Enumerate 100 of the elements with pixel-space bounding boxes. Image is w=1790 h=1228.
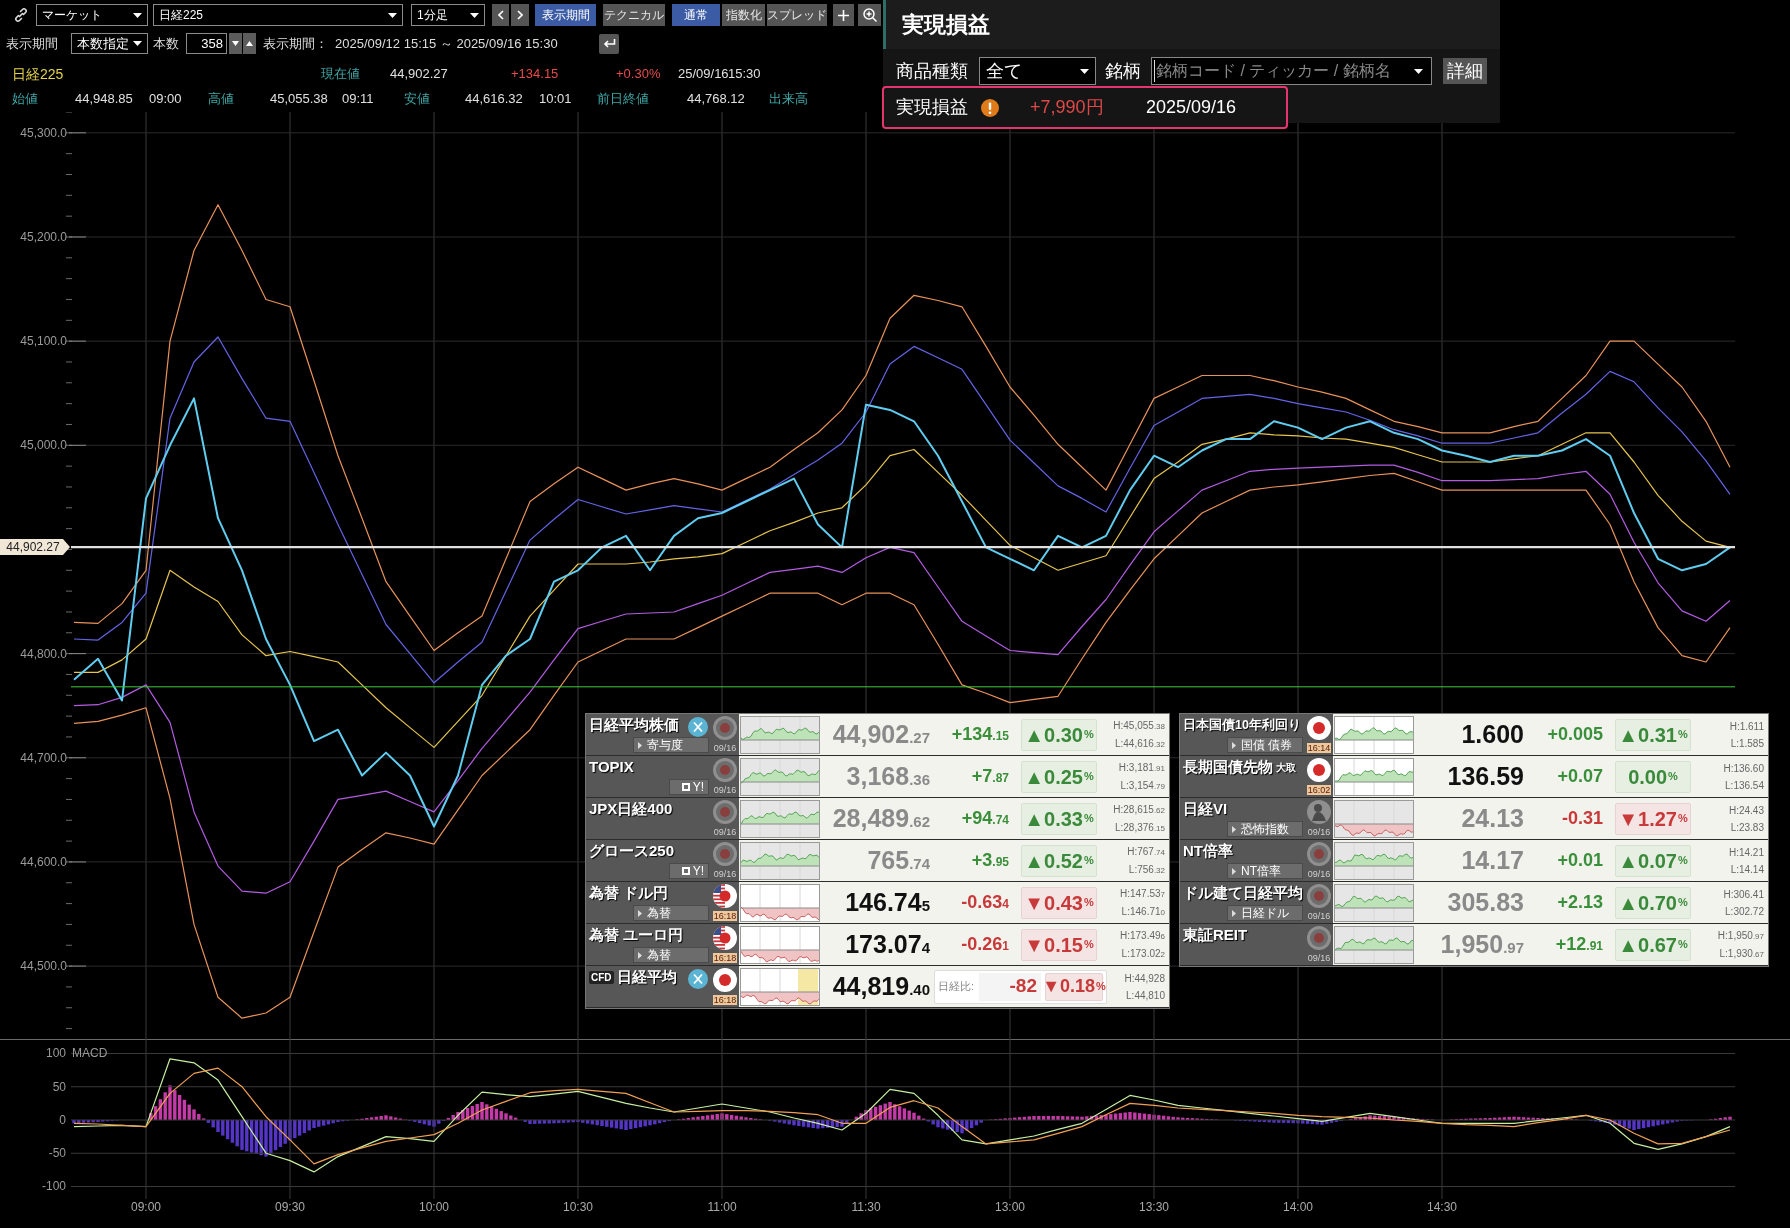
time-axis-label: 14:00 xyxy=(1283,1200,1313,1214)
next-button[interactable] xyxy=(511,4,529,26)
quote-date: 25/09/16 xyxy=(678,65,728,84)
caret-right-icon xyxy=(638,741,642,749)
caret-right-icon xyxy=(1232,741,1236,749)
low-value: L:44,810 xyxy=(1126,988,1165,1003)
category-select[interactable]: 全て xyxy=(979,57,1096,85)
axis-label: 45,100.0 xyxy=(20,334,67,349)
panel-title: 実現損益 xyxy=(902,11,990,39)
price-value: 24.13 xyxy=(1460,806,1524,831)
stat-value: 45,055.38 xyxy=(270,90,329,109)
price-value: 136.59 xyxy=(1446,764,1524,789)
symbol-select[interactable]: 日経225 xyxy=(153,4,403,26)
reset-button[interactable] xyxy=(599,33,619,54)
quote-row[interactable]: CFD 日経平均 16:18 44,819.40 日経比: -82 ▼0.18% H:44,928 L:44,810 xyxy=(586,966,1169,1008)
mode-tab[interactable]: スプレッド xyxy=(767,4,827,26)
stat-time: 09:11 xyxy=(342,90,375,109)
status-circle-icon xyxy=(713,842,737,866)
change-percent-badge: ▲0.30% xyxy=(1021,718,1097,751)
link-button[interactable]: Y! xyxy=(669,863,709,879)
quote-name: 日経平均 xyxy=(616,968,677,986)
high-value: H:14.21 xyxy=(1728,845,1764,860)
quote-row[interactable]: 日経平均株価 寄与度 09/16 44,902.27 +134.15 ▲0.30% H:45,055.38 L:44,616.32 xyxy=(586,714,1169,756)
quote-time: 15:30 xyxy=(728,65,761,84)
quote-row[interactable]: ドル建て日経平均 日経ドル 09/16 305.83 +2.13 ▲0.70% H:306.41 L:302.72 xyxy=(1180,882,1768,924)
decrement-button[interactable] xyxy=(229,33,242,54)
quote-name: ドル建て日経平均 xyxy=(1183,884,1303,902)
quote-name: 長期国債先物 xyxy=(1183,758,1273,776)
low-value: L:28,376.15 xyxy=(1114,820,1165,835)
change-percent-badge: ▲0.67% xyxy=(1615,928,1691,961)
view-button[interactable]: 表示期間 xyxy=(535,4,596,26)
price-value: 305.83 xyxy=(1446,890,1524,915)
menu-button[interactable]: NT倍率 xyxy=(1227,863,1303,879)
market-select[interactable]: マーケット xyxy=(36,4,148,26)
stat-time: 09:00 xyxy=(149,90,183,109)
high-value: H:3,181.91 xyxy=(1118,760,1165,775)
field-label: 表示期間： xyxy=(263,34,329,53)
high-value: H:44,928 xyxy=(1124,971,1165,986)
change-value: +3.95 xyxy=(970,849,1009,872)
time-label: 16:18 xyxy=(712,953,738,963)
mode-tab[interactable]: 通常 xyxy=(672,4,720,26)
add-button[interactable] xyxy=(833,4,854,26)
filter-label: 商品種類 xyxy=(896,59,969,83)
mode-select[interactable]: 本数指定 xyxy=(71,33,148,54)
time-label: 09/16 xyxy=(712,785,738,795)
us-flag-icon xyxy=(713,884,737,908)
quote-name: 東証REIT xyxy=(1183,926,1248,944)
quote-row[interactable]: 日経VI 恐怖指数 09/16 24.13 -0.31 ▼1.27% H:24.43 L:23.83 xyxy=(1180,798,1768,840)
japan-flag-icon xyxy=(1307,716,1331,740)
quote-row[interactable]: 為替 ユーロ円 為替 16:18 173.074 -0.261 ▼0.15% H:173.496 L:173.022 xyxy=(586,924,1169,966)
quote-row[interactable]: 為替 ドル円 為替 16:18 146.745 -0.634 ▼0.43% H:147.537 L:146.710 xyxy=(586,882,1169,924)
symbol-search-field[interactable]: 銘柄コード / ティッカー / 銘柄名 xyxy=(1151,57,1432,85)
increment-button[interactable] xyxy=(243,33,256,54)
time-label: 16:18 xyxy=(712,995,738,1005)
axis-label: -50 xyxy=(48,1146,66,1161)
change-percent-badge: ▼0.15% xyxy=(1021,928,1097,961)
time-label: 16:14 xyxy=(1306,743,1332,753)
change-percent-badge: ▲0.70% xyxy=(1615,886,1691,919)
low-value: L:44,616.32 xyxy=(1114,736,1165,751)
count-input[interactable]: 358 xyxy=(186,33,227,54)
quote-row[interactable]: グロース250 Y! 09/16 765.74 +3.95 ▲0.52% H:767.74 L:756.32 xyxy=(586,840,1169,882)
quote-row[interactable]: NT倍率 NT倍率 09/16 14.17 +0.01 ▲0.07% H:14.21 L:14.14 xyxy=(1180,840,1768,882)
zoom-in-button[interactable] xyxy=(858,4,881,26)
high-value: H:45,055.38 xyxy=(1113,718,1165,733)
quote-row[interactable]: 東証REIT 09/16 1,950.97 +12.91 ▲0.67% H:1,950.97 L:1,930.67 xyxy=(1180,924,1768,966)
high-value: H:1,950.97 xyxy=(1717,928,1764,943)
low-value: L:136.54 xyxy=(1725,778,1764,793)
change-percent-badge: ▼0.43% xyxy=(1021,886,1097,919)
stat-label: 前日終値 xyxy=(597,90,650,109)
menu-button[interactable]: 為替 xyxy=(633,905,709,921)
quote-row[interactable]: 長期国債先物 大取 16:02 136.59 +0.07 0.00% H:136.60 L:136.54 xyxy=(1180,756,1768,798)
menu-button[interactable]: 日経ドル xyxy=(1227,905,1303,921)
previous-button[interactable] xyxy=(492,4,509,26)
price-value: 765.74 xyxy=(866,848,930,873)
quote-row[interactable]: 日本国債10年利回り 国債 債券 16:14 1.600 +0.005 ▲0.31% H:1.611 L:1.585 xyxy=(1180,714,1768,756)
axis-label: 44,500.0 xyxy=(20,959,67,974)
view-button[interactable]: テクニカル xyxy=(603,4,665,26)
change-percent-badge: ▲0.33% xyxy=(1021,802,1097,835)
x-circle-icon[interactable] xyxy=(688,717,708,737)
menu-button[interactable]: 国債 債券 xyxy=(1227,737,1303,753)
menu-button[interactable]: 寄与度 xyxy=(633,737,709,753)
change-percent-badge: ▲0.07% xyxy=(1615,844,1691,877)
quote-row[interactable]: JPX日経400 09/16 28,489.62 +94.74 ▲0.33% H:28,615.62 L:28,376.15 xyxy=(586,798,1169,840)
link-icon[interactable] xyxy=(13,7,29,23)
summary-label: 実現損益 xyxy=(896,96,969,119)
change-value: +0.07 xyxy=(1556,765,1603,788)
time-label: 09/16 xyxy=(712,743,738,753)
detail-button[interactable]: 詳細 xyxy=(1443,58,1487,84)
quote-row[interactable]: TOPIX Y! 09/16 3,168.36 +7.87 ▲0.25% H:3,181.91 L:3,154.79 xyxy=(586,756,1169,798)
menu-button[interactable]: 恐怖指数 xyxy=(1227,821,1303,837)
caret-down-icon xyxy=(1414,68,1423,74)
price-value: 44,819.40 xyxy=(831,974,930,999)
interval-select[interactable]: 1分足 xyxy=(411,4,485,26)
link-button[interactable]: Y! xyxy=(669,779,709,795)
menu-button[interactable]: 為替 xyxy=(633,947,709,963)
mode-tab[interactable]: 指数化 xyxy=(722,4,765,26)
stat-value: 44,948.85 xyxy=(75,90,134,109)
x-circle-icon[interactable] xyxy=(688,969,708,989)
change-value: -0.31 xyxy=(1560,807,1603,830)
time-axis-label: 14:30 xyxy=(1427,1200,1457,1214)
